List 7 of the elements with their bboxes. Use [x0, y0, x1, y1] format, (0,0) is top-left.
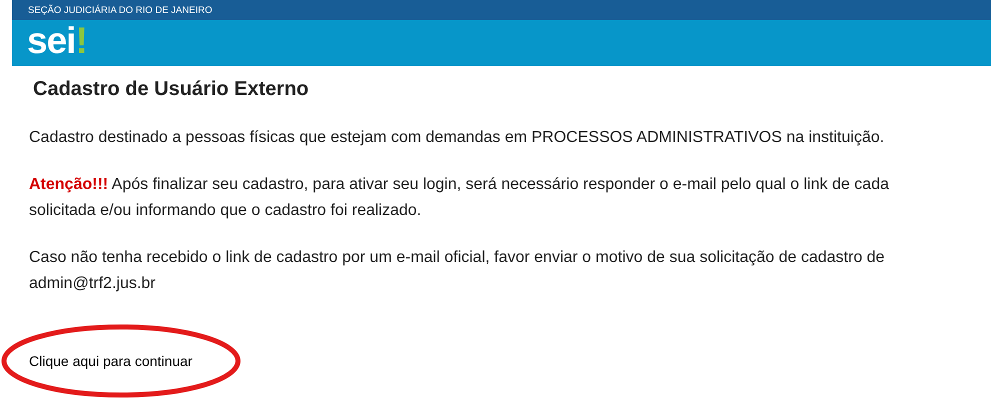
- continue-link[interactable]: Clique aqui para continuar: [29, 353, 192, 369]
- paragraph: Caso não tenha recebido o link de cadastro por um e-mail oficial, favor enviar o motivo de sua solicitação de cadastro de admin@trf2.jus.br: [29, 248, 886, 294]
- paragraph: Cadastro destinado a pessoas físicas que estejam com demandas em PROCESSOS ADMINISTRATIVOS na instituição.: [29, 128, 886, 148]
- page-title: Cadastro de Usuário Externo: [33, 78, 310, 101]
- agency-name: SEÇÃO JUDICIÁRIA DO RIO DE JANEIRO: [28, 4, 212, 16]
- paragraph: Atenção!!! Após finalizar seu cadastro, para ativar seu login, será necessário responder o e-mail pelo qual o link de cada solicitada e/ou informando que o cadastro foi realizado.: [29, 175, 890, 221]
- sei-logo: sei!: [26, 20, 88, 62]
